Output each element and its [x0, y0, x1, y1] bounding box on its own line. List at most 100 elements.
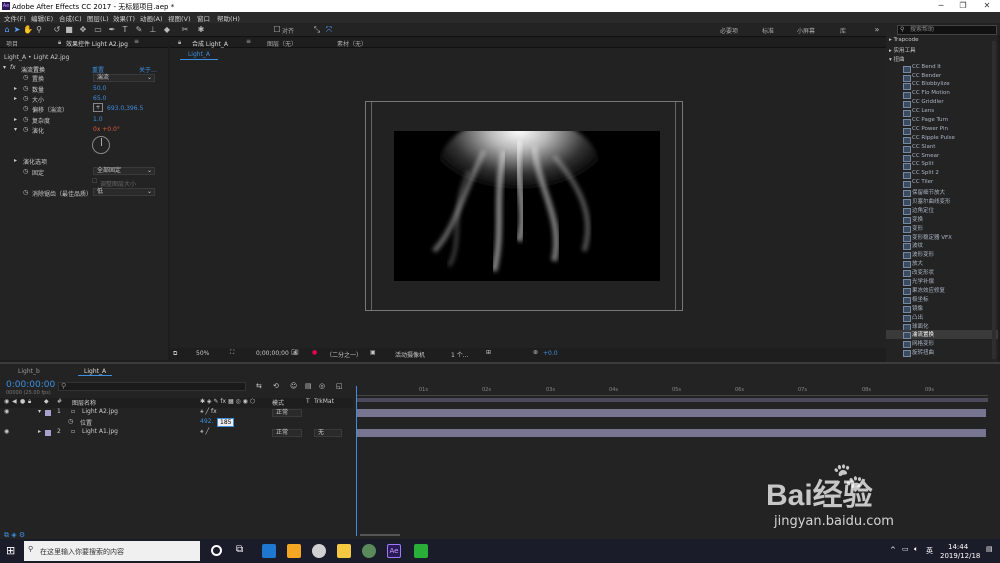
exposure-value[interactable]: +0.0 — [543, 350, 558, 357]
effect-item[interactable]: 变换 — [886, 215, 998, 224]
comp-subtab[interactable]: Light_A — [180, 51, 218, 60]
motion-blur-icon[interactable]: ◎ — [319, 382, 325, 390]
zoom-tool-icon[interactable]: ⚲ — [34, 25, 44, 35]
stopwatch-icon[interactable]: ◷ — [23, 168, 28, 175]
effect-item[interactable]: CC Blobbylize — [886, 81, 998, 91]
camera-dropdown[interactable]: 活动摄像机 — [395, 350, 425, 359]
windows-start-icon[interactable]: ⊞ — [6, 545, 17, 556]
current-time-indicator[interactable] — [356, 386, 357, 536]
crosshair-icon[interactable]: + — [93, 103, 103, 112]
clock-time[interactable]: 14:44 — [948, 543, 968, 551]
frame-blend-icon[interactable]: ▤ — [305, 382, 312, 390]
size-value[interactable]: 65.0 — [93, 95, 106, 102]
tab-project[interactable]: 项目 — [6, 39, 18, 48]
menu-effect[interactable]: 效果(T) — [113, 13, 135, 23]
camera-tool-icon[interactable]: ■ — [64, 25, 74, 35]
evolution-value[interactable]: 0x +0.0° — [93, 126, 120, 133]
effect-item[interactable]: 极坐标 — [886, 295, 998, 304]
col-layer-name[interactable]: 图层名称 — [72, 398, 96, 407]
menu-edit[interactable]: 编辑(E) — [31, 13, 53, 23]
maximize-button[interactable]: ❐ — [956, 1, 970, 11]
close-button[interactable]: ✕ — [980, 1, 994, 11]
effect-item[interactable]: CC Split — [886, 161, 998, 171]
time-ruler[interactable]: 01s 02s 03s 04s 05s 06s 07s 08s 09s — [356, 386, 988, 396]
expand-arrow-icon[interactable]: ▸ — [14, 116, 17, 123]
help-search-input[interactable]: ⚲ 搜索帮助 — [897, 25, 997, 35]
rectangle-tool-icon[interactable]: ▭ — [93, 25, 103, 35]
effect-item[interactable]: CC Tiler — [886, 179, 998, 189]
viewer-menu-icon[interactable]: ≡ — [246, 38, 251, 45]
tab-composition[interactable]: 合成 Light_A — [192, 39, 228, 48]
graph-editor-icon[interactable]: ◱ — [336, 382, 343, 390]
workspace-library[interactable]: 库 — [840, 26, 846, 35]
eye-icon[interactable]: ◉ — [4, 428, 9, 435]
menu-composition[interactable]: 合成(C) — [59, 13, 82, 23]
layer-mode-dropdown[interactable]: 正常 — [272, 429, 302, 437]
workspace-menu-icon[interactable]: » — [872, 25, 882, 35]
effect-item[interactable]: 镜像 — [886, 304, 998, 313]
fit-icon[interactable]: ⛶ — [230, 349, 234, 357]
label-color-swatch[interactable] — [45, 430, 51, 436]
app-icon-cloud[interactable] — [312, 544, 326, 558]
effect-item[interactable]: 球面化 — [886, 322, 998, 331]
wechat-icon[interactable] — [414, 544, 428, 558]
effect-item[interactable]: 波形变形 — [886, 250, 998, 260]
layer-row[interactable]: ◉ ▸ 2 ▫ Light A1.jpg ⚹ ╱ 正常 无 — [0, 428, 353, 438]
effect-item[interactable]: CC Split 2 — [886, 170, 998, 180]
timecode-display[interactable]: 0;00;00;00 — [256, 350, 289, 357]
layer-mode-dropdown[interactable]: 正常 — [272, 409, 302, 417]
effect-item[interactable]: CC Bend It — [886, 64, 998, 73]
resolution-dropdown[interactable]: （二分之一） — [326, 350, 362, 359]
cortana-icon[interactable] — [211, 545, 222, 556]
ime-indicator[interactable]: 英 — [926, 546, 933, 556]
panel-menu-icon[interactable]: ≡ — [134, 38, 139, 45]
clone-tool-icon[interactable]: ⊥ — [148, 25, 158, 35]
comp-mini-flowchart-icon[interactable]: ⇆ — [256, 382, 262, 390]
menu-file[interactable]: 文件(F) — [4, 13, 26, 23]
layer-name[interactable]: Light A2.jpg — [82, 408, 118, 415]
effects-folder[interactable]: ▾ 扭曲 — [886, 55, 998, 64]
lock-icon[interactable]: 🔒︎ — [178, 39, 181, 47]
menu-animation[interactable]: 动画(A) — [140, 13, 163, 23]
comp-image[interactable] — [394, 131, 660, 281]
effect-item[interactable]: 凸出 — [886, 313, 998, 322]
selection-tool-icon[interactable]: ➤ — [12, 25, 22, 35]
tab-layer[interactable]: 图层（无） — [267, 39, 297, 48]
taskbar-search-box[interactable]: ⚲ 在这里输入你要搜索的内容 — [24, 541, 200, 561]
layer-1-duration-bar[interactable] — [356, 409, 986, 417]
effect-item[interactable]: 光学补偿 — [886, 277, 998, 286]
effect-item[interactable]: CC Lens — [886, 108, 998, 118]
pan-behind-tool-icon[interactable]: ✥ — [78, 25, 88, 35]
after-effects-taskbar-icon[interactable]: Ae — [387, 544, 401, 558]
effect-item[interactable]: 果冻效应修复 — [886, 286, 998, 295]
effect-item[interactable]: 湍流置换 — [886, 330, 998, 340]
layer-row[interactable]: ◉ ▾ 1 ▫ Light A2.jpg ⚹ ╱ fx 正常 — [0, 408, 353, 418]
effect-item[interactable]: 网格变形 — [886, 339, 998, 349]
workspace-small-screen[interactable]: 小屏幕 — [797, 26, 815, 35]
layer-search-input[interactable]: ⚲ — [58, 382, 246, 391]
effect-item[interactable]: CC Power Pin — [886, 126, 998, 135]
menu-window[interactable]: 窗口 — [197, 13, 210, 23]
clock-date[interactable]: 2019/12/18 — [940, 552, 980, 560]
edge-icon[interactable] — [262, 544, 276, 558]
tab-footage[interactable]: 素材（无） — [337, 39, 367, 48]
effect-item[interactable]: CC Griddler — [886, 99, 998, 109]
task-view-icon[interactable]: ⧉ — [236, 544, 243, 555]
expand-arrow-icon[interactable]: ▸ — [14, 85, 17, 92]
work-area-bar[interactable] — [356, 398, 988, 402]
position-value[interactable]: 492. — [200, 418, 213, 425]
layer-2-duration-bar[interactable] — [356, 429, 986, 437]
effect-item[interactable]: 贝塞尔曲线变形 — [886, 197, 998, 206]
stopwatch-icon[interactable]: ◷ — [23, 105, 28, 112]
expand-arrow-icon[interactable]: ▾ — [38, 408, 41, 415]
menu-view[interactable]: 视图(V) — [168, 13, 191, 23]
offset-value[interactable]: 693.0,396.5 — [107, 105, 143, 112]
eye-icon[interactable]: ◉ — [4, 408, 9, 415]
pen-tool-icon[interactable]: ✒ — [107, 25, 117, 35]
brush-tool-icon[interactable]: ✎ — [134, 25, 144, 35]
effect-item[interactable]: 变形 — [886, 224, 998, 233]
complexity-value[interactable]: 1.0 — [93, 116, 103, 123]
snap-icon[interactable]: ⤡ — [312, 25, 322, 35]
timeline-tab-a[interactable]: Light_A — [78, 368, 113, 376]
trkmat-dropdown[interactable]: 无 — [314, 429, 342, 437]
